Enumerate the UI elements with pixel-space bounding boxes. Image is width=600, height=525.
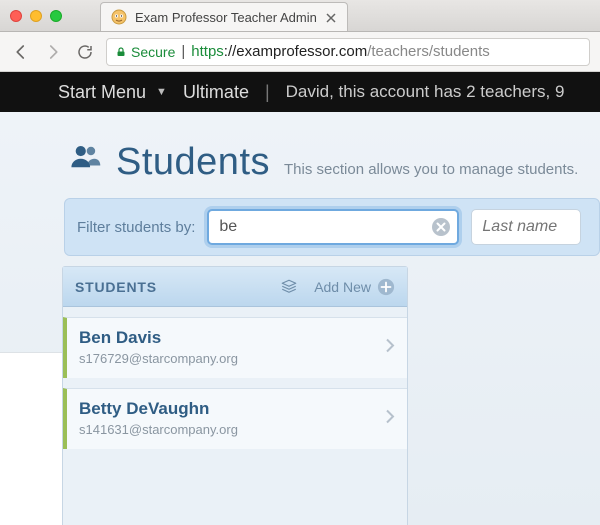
plan-label: Ultimate: [183, 82, 249, 103]
panel-title: STUDENTS: [75, 279, 157, 295]
student-name: Betty DeVaughn: [79, 399, 395, 419]
student-row[interactable]: Ben Davis s176729@starcompany.org: [63, 317, 407, 378]
tab-title: Exam Professor Teacher Admin: [135, 10, 317, 25]
forward-button[interactable]: [42, 41, 64, 63]
chevron-right-icon: [385, 339, 395, 358]
chevron-right-icon: [385, 410, 395, 429]
reload-button[interactable]: [74, 41, 96, 63]
filter-label: Filter students by:: [77, 219, 195, 236]
first-name-input[interactable]: [207, 209, 459, 245]
student-name: Ben Davis: [79, 328, 395, 348]
add-new-label: Add New: [314, 279, 371, 295]
browser-tab[interactable]: Exam Professor Teacher Admin: [100, 2, 348, 31]
last-name-input[interactable]: [471, 209, 581, 245]
lock-icon: [115, 46, 127, 58]
student-row[interactable]: Betty DeVaughn s141631@starcompany.org: [63, 388, 407, 449]
stack-icon[interactable]: [280, 278, 298, 296]
page-subtitle: This section allows you to manage studen…: [284, 161, 578, 178]
address-bar[interactable]: Secure | https://examprofessor.com/teach…: [106, 38, 590, 66]
chevron-down-icon: ▼: [156, 86, 167, 98]
url-scheme: https: [191, 43, 224, 60]
panel-body: Ben Davis s176729@starcompany.org Betty …: [63, 307, 407, 525]
window-zoom-button[interactable]: [50, 10, 62, 22]
page-heading: Students This section allows you to mana…: [62, 112, 600, 194]
favicon-icon: [111, 9, 127, 25]
panel-header: STUDENTS Add New: [63, 267, 407, 307]
start-menu-button[interactable]: Start Menu ▼: [58, 82, 167, 103]
student-email: s176729@starcompany.org: [79, 351, 395, 366]
url-host: ://examprofessor.com: [224, 43, 367, 60]
browser-toolbar: Secure | https://examprofessor.com/teach…: [0, 32, 600, 72]
secure-badge: Secure: [115, 44, 175, 60]
page-title: Students: [116, 141, 270, 184]
filter-bar: Filter students by:: [64, 198, 600, 256]
students-panel: STUDENTS Add New Ben Davis s176729@starc…: [62, 266, 408, 525]
url-separator: |: [181, 43, 185, 60]
clear-input-icon[interactable]: [431, 217, 451, 237]
account-message: David, this account has 2 teachers, 9: [286, 82, 565, 102]
browser-tabstrip: Exam Professor Teacher Admin: [0, 0, 600, 32]
window-controls: [0, 0, 62, 32]
left-gutter: [0, 352, 62, 525]
divider: |: [265, 82, 270, 103]
window-minimize-button[interactable]: [30, 10, 42, 22]
back-button[interactable]: [10, 41, 32, 63]
window-close-button[interactable]: [10, 10, 22, 22]
add-new-button[interactable]: Add New: [314, 278, 395, 296]
tab-close-icon[interactable]: [325, 11, 337, 23]
page-body: Students This section allows you to mana…: [0, 112, 600, 525]
secure-label: Secure: [131, 44, 175, 60]
student-email: s141631@starcompany.org: [79, 422, 395, 437]
app-topbar: Start Menu ▼ Ultimate | David, this acco…: [0, 72, 600, 112]
plus-icon: [377, 278, 395, 296]
students-icon: [68, 140, 102, 174]
start-menu-label: Start Menu: [58, 82, 146, 103]
url-text: https://examprofessor.com/teachers/stude…: [191, 43, 490, 60]
url-path: /teachers/students: [367, 43, 490, 60]
